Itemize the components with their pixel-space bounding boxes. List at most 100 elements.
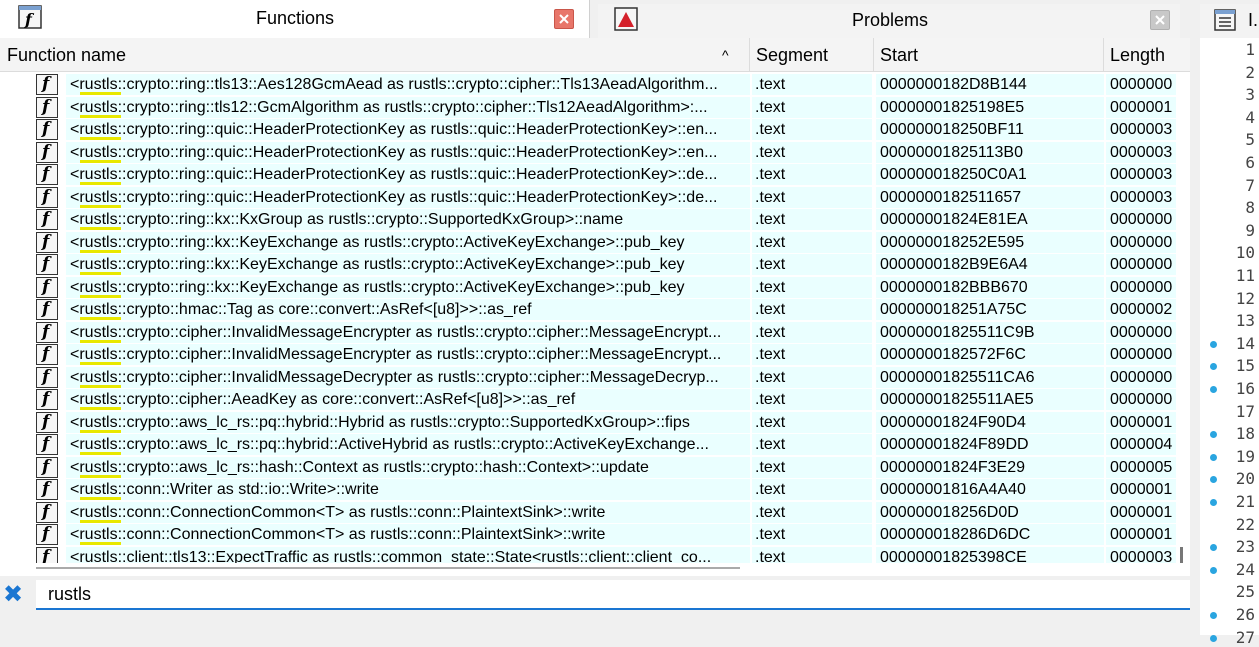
line-number: 17 bbox=[1235, 401, 1255, 421]
function-icon: f bbox=[36, 96, 58, 118]
segment-cell: .text bbox=[752, 366, 872, 388]
table-row[interactable]: f <rustls::crypto::ring::quic::HeaderProt… bbox=[0, 118, 1176, 141]
length-cell: 0000001 bbox=[1106, 524, 1176, 545]
table-row[interactable]: f <rustls::crypto::ring::quic::HeaderProt… bbox=[0, 186, 1176, 209]
length-cell: 0000001 bbox=[1106, 96, 1176, 118]
scrollbar-thumb[interactable] bbox=[1180, 547, 1183, 563]
segment-cell: .text bbox=[752, 524, 872, 545]
length-cell: 0000000 bbox=[1106, 209, 1176, 230]
function-name: <rustls::crypto::aws_lc_rs::pq::hybrid::… bbox=[70, 413, 690, 431]
close-icon[interactable] bbox=[1150, 10, 1170, 30]
table-row[interactable]: f <rustls::conn::ConnectionCommon<T> as r… bbox=[0, 501, 1176, 524]
start-cell: 00000001825511C9B bbox=[876, 321, 1104, 343]
segment-cell: .text bbox=[752, 186, 872, 208]
close-icon[interactable] bbox=[554, 9, 574, 29]
start-cell: 000000018250C0A1 bbox=[876, 164, 1104, 185]
start-cell: 000000018256D0D bbox=[876, 501, 1104, 523]
length-cell: 0000003 bbox=[1106, 141, 1176, 163]
function-icon: f bbox=[36, 254, 58, 275]
breakpoint-dot-icon[interactable] bbox=[1210, 431, 1217, 439]
table-row[interactable]: f <rustls::crypto::ring::quic::HeaderProt… bbox=[0, 141, 1176, 164]
vertical-scrollbar[interactable] bbox=[1176, 73, 1190, 563]
breakpoint-dot-icon[interactable] bbox=[1210, 634, 1217, 642]
tab-functions[interactable]: f Functions bbox=[0, 0, 590, 38]
breakpoint-dot-icon[interactable] bbox=[1210, 340, 1217, 348]
table-row[interactable]: f <rustls::crypto::ring::tls13::Aes128Gcm… bbox=[0, 73, 1176, 96]
column-header-start[interactable]: Start bbox=[874, 38, 1104, 72]
table-row[interactable]: f <rustls::conn::ConnectionCommon<T> as r… bbox=[0, 523, 1176, 546]
start-cell: 00000001824F89DD bbox=[876, 434, 1104, 455]
function-name: <rustls::crypto::aws_lc_rs::hash::Contex… bbox=[70, 458, 649, 476]
column-header-length[interactable]: Length bbox=[1104, 38, 1190, 72]
function-icon: f bbox=[36, 501, 58, 523]
breakpoint-dot-icon[interactable] bbox=[1210, 476, 1217, 484]
tab-problems[interactable]: Problems bbox=[598, 4, 1180, 38]
function-icon: f bbox=[36, 344, 58, 365]
segment-cell: .text bbox=[752, 96, 872, 118]
function-icon: f bbox=[36, 276, 58, 298]
start-cell: 00000001824F90D4 bbox=[876, 411, 1104, 433]
start-cell: 00000001825198E5 bbox=[876, 96, 1104, 118]
breakpoint-dot-icon[interactable] bbox=[1210, 453, 1217, 461]
function-icon: f bbox=[18, 5, 42, 29]
length-cell: 0000000 bbox=[1106, 231, 1176, 253]
table-row[interactable]: f <rustls::crypto::ring::kx::KeyExchange … bbox=[0, 253, 1176, 276]
table-row[interactable]: f <rustls::conn::Writer as std::io::Write… bbox=[0, 478, 1176, 501]
start-cell: 0000000182BBB670 bbox=[876, 276, 1104, 298]
sort-ascending-icon: ^ bbox=[722, 47, 729, 63]
line-number: 16 bbox=[1235, 379, 1255, 398]
table-row[interactable]: f <rustls::crypto::aws_lc_rs::pq::hybrid:… bbox=[0, 411, 1176, 434]
breakpoint-dot-icon[interactable] bbox=[1210, 566, 1217, 574]
table-row[interactable]: f <rustls::crypto::cipher::AeadKey as cor… bbox=[0, 388, 1176, 411]
function-name: <rustls::crypto::ring::kx::KxGroup as ru… bbox=[70, 211, 624, 228]
start-cell: 00000001825511CA6 bbox=[876, 366, 1104, 388]
length-cell: 0000000 bbox=[1106, 389, 1176, 410]
table-row[interactable]: f <rustls::crypto::hmac::Tag as core::con… bbox=[0, 298, 1176, 321]
breakpoint-dot-icon[interactable] bbox=[1210, 363, 1217, 371]
table-row[interactable]: f <rustls::crypto::ring::kx::KxGroup as r… bbox=[0, 208, 1176, 231]
line-number: 19 bbox=[1235, 446, 1255, 466]
table-row[interactable]: f <rustls::crypto::cipher::InvalidMessage… bbox=[0, 366, 1176, 389]
function-icon: f bbox=[36, 74, 58, 95]
breakpoint-dot-icon[interactable] bbox=[1210, 612, 1217, 619]
table-row[interactable]: f <rustls::crypto::ring::kx::KeyExchange … bbox=[0, 276, 1176, 299]
function-name: <rustls::crypto::hmac::Tag as core::conv… bbox=[70, 301, 532, 318]
function-icon: f bbox=[36, 524, 58, 545]
line-number: 26 bbox=[1235, 605, 1255, 624]
breakpoint-dot-icon[interactable] bbox=[1210, 544, 1217, 552]
horizontal-scrollbar[interactable] bbox=[36, 567, 740, 569]
function-icon: f bbox=[36, 231, 58, 253]
segment-cell: .text bbox=[752, 209, 872, 230]
line-number: 10 bbox=[1235, 243, 1255, 263]
table-row[interactable]: f <rustls::client::tls13::ExpectTraffic a… bbox=[0, 546, 1176, 563]
function-name: <rustls::conn::ConnectionCommon<T> as ru… bbox=[70, 503, 606, 521]
segment-cell: .text bbox=[752, 119, 872, 140]
breakpoint-dot-icon[interactable] bbox=[1210, 386, 1217, 393]
function-name: <rustls::crypto::cipher::AeadKey as core… bbox=[70, 391, 576, 408]
function-name: <rustls::crypto::ring::kx::KeyExchange a… bbox=[70, 256, 685, 273]
segment-cell: .text bbox=[752, 479, 872, 500]
clear-filter-icon[interactable]: ✖ bbox=[3, 580, 23, 609]
segment-cell: .text bbox=[752, 389, 872, 410]
table-row[interactable]: f <rustls::crypto::aws_lc_rs::hash::Conte… bbox=[0, 456, 1176, 479]
table-row[interactable]: f <rustls::crypto::ring::kx::KeyExchange … bbox=[0, 231, 1176, 254]
table-row[interactable]: f <rustls::crypto::cipher::InvalidMessage… bbox=[0, 343, 1176, 366]
column-header-function-name[interactable]: Function name bbox=[0, 38, 750, 72]
column-header-segment[interactable]: Segment bbox=[750, 38, 874, 72]
table-row[interactable]: f <rustls::crypto::ring::tls12::GcmAlgori… bbox=[0, 96, 1176, 119]
function-name: <rustls::conn::ConnectionCommon<T> as ru… bbox=[70, 526, 606, 543]
function-icon: f bbox=[36, 479, 58, 500]
tab-third[interactable]: I. bbox=[1200, 4, 1259, 38]
line-number: 8 bbox=[1245, 198, 1255, 218]
filter-input[interactable]: rustls bbox=[36, 580, 1190, 610]
start-cell: 00000001825511AE5 bbox=[876, 389, 1104, 410]
line-number: 25 bbox=[1235, 582, 1255, 602]
breakpoint-dot-icon[interactable] bbox=[1210, 499, 1217, 506]
table-row[interactable]: f <rustls::crypto::cipher::InvalidMessage… bbox=[0, 321, 1176, 344]
table-row[interactable]: f <rustls::crypto::aws_lc_rs::pq::hybrid:… bbox=[0, 433, 1176, 456]
function-name: <rustls::crypto::cipher::InvalidMessageD… bbox=[70, 368, 719, 386]
table-row[interactable]: f <rustls::crypto::ring::quic::HeaderProt… bbox=[0, 163, 1176, 186]
line-number: 21 bbox=[1235, 492, 1255, 511]
tab-label: Functions bbox=[256, 8, 335, 28]
function-name: <rustls::crypto::aws_lc_rs::pq::hybrid::… bbox=[70, 436, 709, 453]
